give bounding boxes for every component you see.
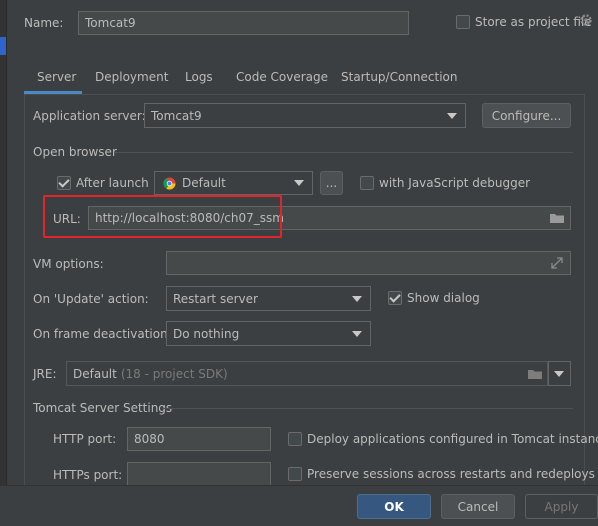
name-field[interactable]: Tomcat9 — [78, 11, 409, 35]
configure-button[interactable]: Configure... — [482, 103, 571, 128]
chevron-down-icon — [447, 112, 457, 119]
frame-deactivation-label: On frame deactivation: — [33, 327, 172, 341]
open-browser-separator — [115, 152, 573, 153]
left-gutter-selection — [0, 37, 6, 55]
app-server-value: Tomcat9 — [151, 108, 202, 123]
update-action-label: On 'Update' action: — [33, 292, 149, 306]
tab-deployment[interactable]: Deployment — [95, 70, 168, 88]
ok-button[interactable]: OK — [357, 494, 431, 519]
cancel-button[interactable]: Cancel — [441, 494, 515, 519]
left-gutter — [0, 0, 7, 485]
tomcat-settings-title: Tomcat Server Settings — [33, 401, 173, 415]
browser-value: Default — [182, 176, 226, 190]
frame-deactivation-combo[interactable]: Do nothing — [166, 321, 371, 346]
gear-icon[interactable] — [579, 13, 593, 27]
chevron-down-icon — [352, 295, 362, 302]
tab-logs[interactable]: Logs — [185, 70, 213, 88]
deploy-checkbox[interactable] — [288, 432, 302, 446]
jre-hint: (18 - project SDK) — [120, 366, 228, 381]
show-dialog-checkbox[interactable] — [388, 291, 402, 305]
js-debugger-checkbox[interactable] — [360, 176, 374, 190]
vm-options-field[interactable] — [166, 251, 571, 275]
show-dialog-label[interactable]: Show dialog — [407, 291, 480, 305]
jre-dropdown-button[interactable] — [548, 361, 571, 386]
tab-server[interactable]: Server — [37, 70, 76, 88]
preserve-sessions-label[interactable]: Preserve sessions across restarts and re… — [307, 467, 595, 481]
https-port-field[interactable] — [127, 462, 271, 486]
update-action-value: Restart server — [173, 291, 258, 306]
chevron-down-icon — [554, 370, 564, 377]
http-port-label: HTTP port: — [53, 432, 117, 446]
open-browser-title: Open browser — [33, 145, 117, 159]
browser-combo[interactable]: Default — [154, 171, 313, 195]
vm-options-label: VM options: — [33, 257, 104, 271]
update-action-combo[interactable]: Restart server — [166, 286, 371, 311]
chevron-down-icon — [352, 330, 362, 337]
deploy-label[interactable]: Deploy applications configured in Tomcat… — [307, 432, 598, 446]
app-server-combo[interactable]: Tomcat9 — [144, 103, 466, 128]
tab-code-coverage[interactable]: Code Coverage — [236, 70, 328, 88]
chrome-icon — [163, 176, 176, 190]
http-port-field[interactable]: 8080 — [127, 427, 271, 451]
frame-deactivation-value: Do nothing — [173, 326, 240, 341]
preserve-sessions-checkbox[interactable] — [288, 467, 302, 481]
jre-value: Default — [73, 366, 117, 381]
store-as-project-checkbox[interactable] — [456, 15, 470, 29]
tomcat-settings-separator — [162, 408, 573, 409]
after-launch-label[interactable]: After launch — [76, 176, 149, 190]
apply-button[interactable]: Apply — [525, 494, 598, 519]
folder-icon[interactable] — [549, 212, 565, 224]
folder-icon[interactable] — [527, 368, 543, 380]
https-port-label: HTTPs port: — [53, 468, 123, 482]
jre-label: JRE: — [33, 367, 57, 381]
name-label: Name: — [24, 16, 64, 30]
js-debugger-label[interactable]: with JavaScript debugger — [379, 176, 530, 190]
jre-field[interactable]: Default (18 - project SDK) — [66, 361, 548, 386]
chevron-down-icon — [294, 180, 304, 186]
expand-icon[interactable] — [551, 257, 563, 269]
store-as-project-label[interactable]: Store as project file — [475, 15, 592, 29]
app-server-label: Application server: — [33, 109, 146, 123]
after-launch-checkbox[interactable] — [57, 176, 71, 190]
browse-browser-button[interactable]: ... — [320, 171, 343, 195]
url-highlight-box — [43, 195, 282, 238]
tab-startup-connection[interactable]: Startup/Connection — [341, 70, 457, 88]
